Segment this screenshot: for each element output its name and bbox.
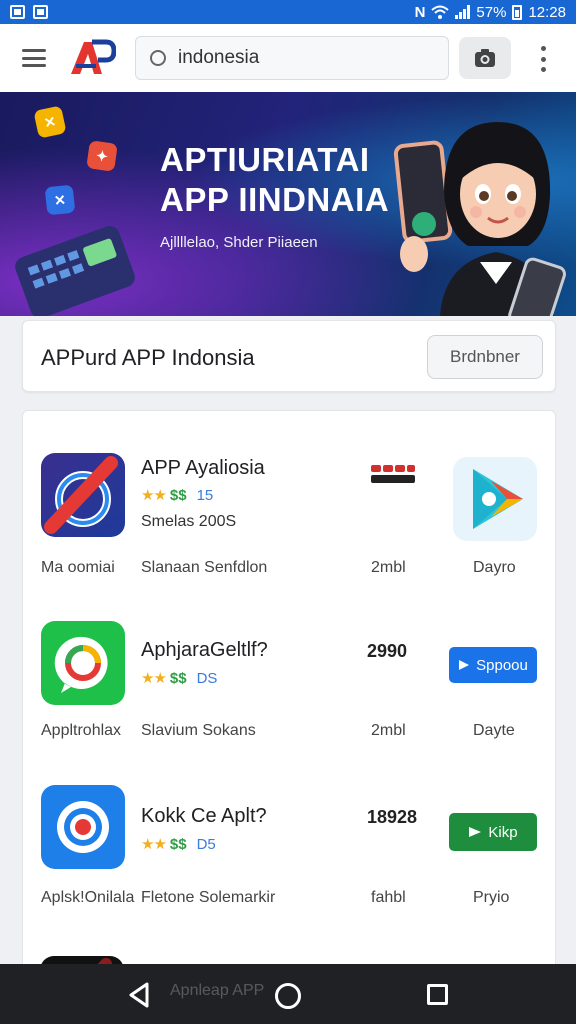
search-input[interactable]: indonesia	[178, 47, 259, 69]
list-item[interactable]: AphjaraGeltlf? ★★ $$ DS 2990 Sppoou Appl…	[23, 601, 557, 771]
camera-search-button[interactable]	[459, 37, 511, 79]
floating-app-icon-blue: ✕	[44, 184, 76, 216]
search-bar[interactable]: indonesia	[135, 36, 449, 80]
rating-value: D5	[196, 835, 216, 853]
section-action-button[interactable]: Brdnbner	[427, 335, 543, 379]
developer-name: Fletone Solemarkir	[141, 889, 276, 906]
record-target-icon	[41, 785, 125, 869]
keyboard-phone-illustration	[15, 225, 135, 316]
flag-icon	[469, 827, 482, 837]
list-item[interactable]: Kokk Ce Aplt? ★★ $$ D5 18928 Kikp Aplsk!…	[23, 767, 557, 937]
nfc-icon: N	[414, 3, 426, 21]
rating-value: 15	[196, 486, 214, 504]
banner-subtitle: Ajllllelao, Shder Piiaeen	[160, 234, 318, 251]
back-icon[interactable]	[128, 982, 150, 1008]
app-price: 18928	[367, 807, 418, 827]
category-label: Aplsk!Onilala	[41, 889, 135, 906]
app-rating: ★★ $$ D5	[141, 835, 216, 854]
app-rating: ★★ $$ DS	[141, 669, 218, 688]
top-app-bar: indonesia	[0, 24, 576, 92]
app-logo[interactable]	[66, 36, 116, 80]
app-type: Dayte	[473, 722, 515, 739]
install-button[interactable]: Sppoou	[449, 647, 537, 683]
section-title: APPurd APP Indonsia	[41, 345, 255, 370]
app-size: 2mbl	[371, 722, 406, 739]
image-notification-icon	[33, 5, 48, 19]
app-name: Kokk Ce Aplt?	[141, 805, 267, 827]
mascot-illustration	[393, 122, 566, 316]
install-button-label: Kikp	[488, 823, 518, 841]
status-bar: N 57% 12:28	[0, 0, 576, 24]
partial-app-name: Apnleap APP	[170, 982, 265, 999]
battery-icon	[512, 4, 523, 20]
category-label: Appltrohlax	[41, 722, 122, 739]
developer-name: Slanaan Senfdlon	[141, 559, 268, 576]
star-rating-icon: ★★	[141, 836, 167, 853]
menu-icon[interactable]	[22, 49, 46, 67]
system-nav-bar: Apnleap APP	[0, 964, 576, 1024]
signal-icon	[455, 5, 471, 19]
price-tier: $$	[169, 486, 187, 504]
chat-bubble-icon	[41, 621, 125, 705]
wifi-icon	[431, 5, 450, 19]
more-options-icon[interactable]	[540, 46, 546, 72]
star-rating-icon: ★★	[141, 670, 167, 687]
notification-icons	[10, 5, 48, 19]
publisher-badge	[371, 465, 415, 483]
price-tier: $$	[169, 835, 187, 853]
app-type: Dayro	[473, 559, 516, 576]
banner-title: APTIURIATAI APP IINDNAIA	[160, 141, 390, 218]
app-list: APP Ayaliosia ★★ $$ 15 Smelas 200S Ma oo…	[22, 410, 556, 990]
app-name: APP Ayaliosia	[141, 457, 265, 479]
system-indicators: N 57% 12:28	[415, 4, 566, 21]
install-button-label: Sppoou	[476, 656, 528, 674]
developer-name: Slavium Sokans	[141, 722, 256, 739]
price-tier: $$	[169, 669, 187, 687]
home-icon[interactable]	[275, 983, 301, 1009]
app-meta: Smelas 200S	[141, 513, 237, 530]
floating-app-icon-yellow: ✕	[33, 105, 67, 139]
target-blocked-icon	[41, 453, 125, 537]
app-size: 2mbl	[371, 559, 406, 576]
floating-app-icon-red: ✦	[86, 140, 118, 172]
clock: 12:28	[528, 3, 566, 21]
star-rating-icon: ★★	[141, 487, 167, 504]
recents-icon[interactable]	[427, 984, 448, 1005]
section-header-card: APPurd APP Indonsia Brdnbner	[22, 320, 556, 392]
battery-percent: 57%	[476, 3, 507, 21]
app-price: 2990	[367, 641, 408, 661]
app-type: Pryio	[473, 889, 510, 906]
search-icon	[150, 50, 166, 66]
category-label: Ma oomiai	[41, 559, 115, 576]
play-store-icon[interactable]	[453, 457, 537, 541]
rating-value: DS	[196, 669, 218, 687]
list-item[interactable]: APP Ayaliosia ★★ $$ 15 Smelas 200S Ma oo…	[23, 411, 557, 581]
camera-icon	[475, 49, 495, 67]
app-name: AphjaraGeltlf?	[141, 639, 268, 661]
gallery-notification-icon	[10, 5, 25, 19]
app-rating: ★★ $$ 15	[141, 486, 214, 505]
install-button[interactable]: Kikp	[449, 813, 537, 851]
play-arrow-icon	[459, 660, 470, 670]
promo-banner[interactable]: ✕ ✦ ✕ APTIURIATAI APP IINDNAIA Ajllllela…	[0, 92, 576, 316]
app-size: fahbl	[371, 889, 406, 906]
